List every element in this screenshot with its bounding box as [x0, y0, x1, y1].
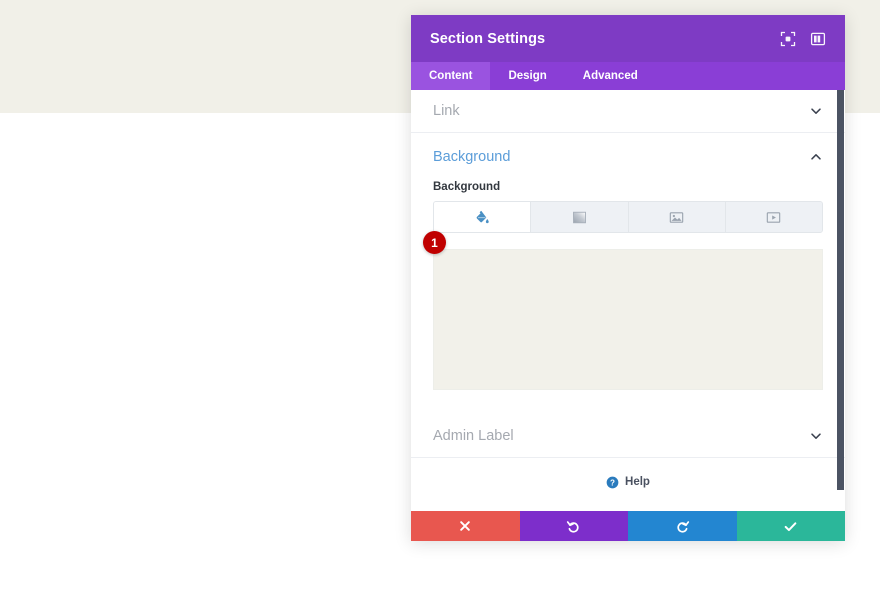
background-image-tab[interactable] [628, 202, 726, 232]
check-icon [784, 521, 797, 531]
section-settings-modal: Section Settings Content Design Advanced [411, 15, 845, 541]
modal-footer [411, 511, 845, 541]
redo-button[interactable] [628, 511, 737, 541]
scrollbar-track[interactable] [836, 90, 845, 511]
paint-bucket-icon [476, 210, 489, 223]
image-icon [669, 211, 684, 223]
undo-icon [567, 520, 579, 533]
background-color-tab[interactable] [434, 202, 532, 232]
tab-design[interactable]: Design [490, 62, 564, 90]
video-icon [767, 211, 781, 223]
background-color-preview[interactable] [433, 249, 823, 390]
chevron-down-icon [811, 433, 821, 439]
help-link[interactable]: ? Help [411, 458, 845, 506]
scrollbar-thumb[interactable] [837, 90, 844, 490]
accordion-link[interactable]: Link [411, 90, 845, 133]
modal-tab-bar: Content Design Advanced [411, 62, 845, 90]
callout-badge-1: 1 [423, 231, 446, 254]
background-field-label: Background [433, 181, 501, 193]
undo-button[interactable] [519, 511, 628, 541]
accordion-background-label: Background [433, 149, 511, 165]
cancel-button[interactable] [411, 511, 520, 541]
background-video-tab[interactable] [725, 202, 822, 232]
background-type-tabs [433, 201, 823, 233]
accordion-background[interactable]: Background [411, 133, 845, 181]
gradient-icon [572, 211, 586, 223]
modal-header: Section Settings [411, 15, 845, 62]
tab-advanced[interactable]: Advanced [565, 62, 656, 90]
tab-content[interactable]: Content [411, 62, 491, 90]
svg-text:?: ? [610, 478, 615, 487]
background-gradient-tab[interactable] [531, 202, 629, 232]
accordion-link-label: Link [433, 103, 460, 119]
help-label: Help [625, 476, 650, 488]
accordion-admin-label-label: Admin Label [433, 428, 514, 444]
panel-layout-icon[interactable] [807, 28, 829, 50]
expand-icon[interactable] [777, 28, 799, 50]
page-title: Section Settings [430, 30, 546, 47]
modal-body: Link Background Background Admin Label ?… [411, 90, 845, 511]
accordion-admin-label[interactable]: Admin Label [411, 415, 845, 458]
redo-icon [677, 520, 689, 533]
chevron-down-icon [811, 108, 821, 114]
x-icon [460, 521, 471, 531]
save-button[interactable] [736, 511, 845, 541]
question-mark-icon: ? [606, 476, 619, 488]
chevron-up-icon [811, 154, 821, 160]
